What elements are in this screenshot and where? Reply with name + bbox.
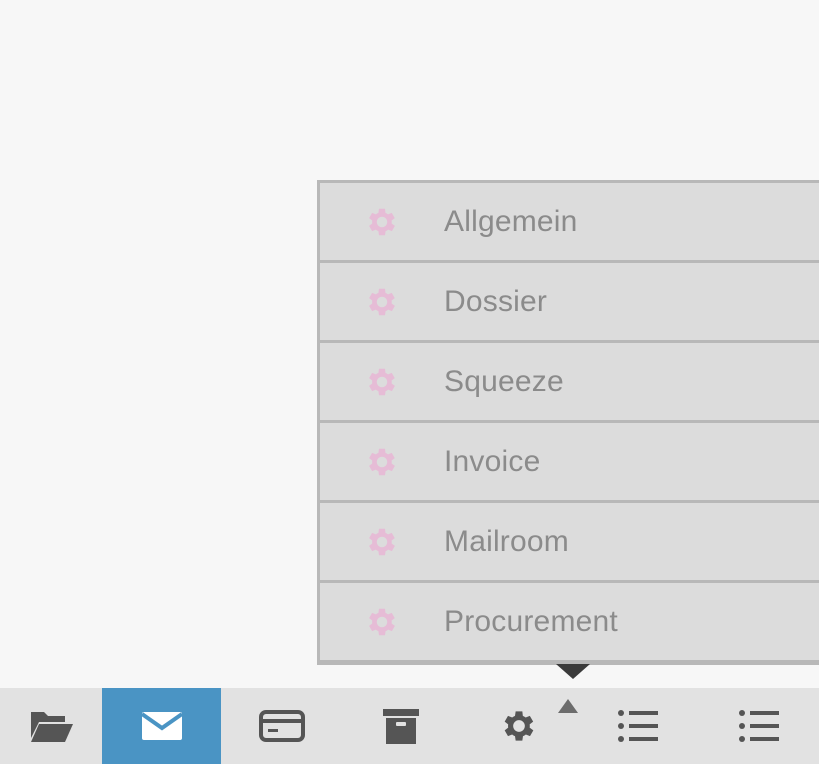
menu-item-label: Allgemein	[444, 204, 578, 238]
gear-icon	[369, 528, 395, 555]
gear-icon	[369, 448, 395, 475]
menu-item-dossier[interactable]: Dossier	[320, 263, 819, 343]
gear-icon	[369, 608, 395, 635]
gear-icon	[504, 711, 533, 741]
settings-popup-menu: Allgemein Dossier Squeeze Invoice Mailro…	[317, 180, 819, 665]
toolbar-button-folder[interactable]	[0, 688, 102, 764]
archive-box-icon	[383, 709, 419, 744]
bottom-toolbar	[0, 688, 819, 764]
gear-icon	[369, 368, 395, 395]
menu-item-allgemein[interactable]: Allgemein	[320, 183, 819, 263]
menu-item-procurement[interactable]: Procurement	[320, 583, 819, 660]
menu-item-label: Squeeze	[444, 364, 564, 398]
folder-open-icon	[31, 712, 73, 742]
toolbar-button-archive[interactable]	[343, 688, 459, 764]
menu-item-mailroom[interactable]: Mailroom	[320, 503, 819, 583]
list-icon	[618, 710, 658, 742]
list-icon	[738, 710, 779, 742]
credit-card-icon	[259, 710, 305, 742]
menu-item-label: Invoice	[444, 444, 541, 478]
gear-icon	[369, 288, 395, 315]
toolbar-button-list-2[interactable]	[698, 688, 819, 764]
envelope-icon	[140, 712, 183, 740]
gear-icon	[369, 208, 395, 235]
menu-item-label: Mailroom	[444, 524, 569, 558]
menu-item-label: Dossier	[444, 284, 548, 318]
menu-item-invoice[interactable]: Invoice	[320, 423, 819, 503]
toolbar-button-card[interactable]	[221, 688, 343, 764]
caret-up-icon	[558, 699, 578, 713]
menu-pointer-arrow	[556, 664, 590, 679]
menu-item-squeeze[interactable]: Squeeze	[320, 343, 819, 423]
toolbar-button-mail[interactable]	[102, 688, 221, 764]
menu-item-label: Procurement	[444, 604, 618, 638]
toolbar-button-list-1[interactable]	[578, 688, 698, 764]
